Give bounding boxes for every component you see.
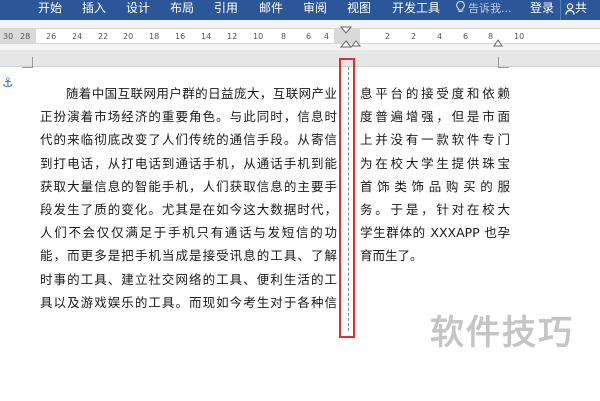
ruler-tick: 2 (385, 32, 391, 41)
share-button[interactable]: 共 (560, 0, 600, 20)
tell-me-box[interactable]: 告诉我... (456, 0, 512, 20)
ruler-tick: 4 (437, 32, 443, 41)
tab-layout[interactable]: 布局 (170, 0, 194, 20)
right-text-column[interactable]: 息平台的接受度和依赖 度普遍增强，但是市面 上并没有一款软件专门 为在校大学生提… (360, 82, 510, 268)
anchor-icon: ⚓ (2, 76, 14, 91)
ribbon-tab-bar: 开始 插入 设计 布局 引用 邮件 审阅 视图 开发工具 告诉我... 登录 共 (0, 0, 600, 20)
ruler-tick: 16 (175, 32, 186, 41)
tab-insert[interactable]: 插入 (82, 0, 106, 20)
text-line: 正扮演着市场经济的重要角色。与此同时，信息时 (40, 109, 337, 125)
tab-mailings[interactable]: 邮件 (259, 0, 283, 20)
ruler-tick: 12 (227, 32, 238, 41)
text-line: 息平台的接受度和依赖 (360, 86, 510, 101)
ruler-tick: 14 (201, 32, 212, 41)
text-line: 时事的工具、建立社交网络的工具、便利生活的工 (40, 271, 337, 287)
ruler-tick: 10 (253, 32, 264, 41)
ruler-tick: 20 (123, 32, 134, 41)
text-line: 具以及游戏娱乐的工具。而现如今考生对于各种信 (40, 294, 337, 310)
text-line: 度普遍增强，但是市面 (360, 109, 510, 125)
share-label: 共 (575, 1, 588, 15)
column-indent-marker[interactable] (351, 37, 361, 47)
text-line: 代的来临彻底改变了人们传统的通信手段。从寄信 (40, 132, 337, 148)
ruler-tick: 10 (514, 32, 525, 41)
text-line: 育而生了。 (360, 248, 423, 264)
margin-corner-top-left (22, 57, 33, 68)
ruler-tick: 6 (306, 32, 312, 41)
ruler-tick: 2 (411, 32, 417, 41)
lightbulb-icon (456, 0, 465, 17)
login-button[interactable]: 登录 (530, 0, 554, 16)
tab-developer[interactable]: 开发工具 (392, 0, 440, 20)
left-text-column[interactable]: 随着中国互联网用户群的日益庞大，互联网产业 正扮演着市场经济的重要角色。与此同时… (40, 82, 337, 314)
ruler-tick: 28 (20, 32, 31, 41)
text-line: 随着中国互联网用户群的日益庞大，互联网产业 (40, 86, 337, 101)
ruler-tick: 18 (149, 32, 160, 41)
tab-home[interactable]: 开始 (38, 0, 62, 20)
text-line: 学生群体的 XXXAPP 也孕 (360, 225, 510, 241)
ruler-tick: 24 (72, 32, 83, 41)
text-line: 首饰类饰品购买的服 (360, 178, 510, 194)
ruler-tick: 22 (98, 32, 109, 41)
ruler-tick: 26 (46, 32, 57, 41)
highlight-box (339, 58, 355, 338)
text-line: 人们不会仅仅满足于手机只有通话与发短信的功 (40, 225, 337, 241)
horizontal-ruler: 30 28 26 24 22 20 18 16 14 12 10 8 6 4 2… (0, 24, 600, 50)
tell-me-placeholder: 告诉我... (468, 2, 512, 15)
watermark: 软件技巧 (430, 313, 574, 353)
ruler-bar: 30 28 26 24 22 20 18 16 14 12 10 8 6 4 2… (0, 28, 600, 44)
ruler-tick: 6 (463, 32, 469, 41)
ruler-tick: 4 (324, 32, 330, 41)
text-line: 到打电话，从打电话到通话手机，从通话手机到能 (40, 155, 337, 171)
right-indent-marker[interactable] (493, 38, 503, 47)
text-line: 能，而更多是把手机当成是接受讯息的工具、了解 (40, 248, 337, 264)
margin-corner-top-right (498, 57, 509, 68)
person-icon (565, 2, 575, 15)
tab-references[interactable]: 引用 (214, 0, 238, 20)
tab-design[interactable]: 设计 (126, 0, 150, 20)
ruler-tick: 30 (3, 32, 14, 41)
text-line: 段发生了质的变化。尤其是在如今这大数据时代， (40, 201, 337, 217)
text-line: 获取大量信息的智能手机，人们获取信息的主要手 (40, 178, 337, 194)
tab-review[interactable]: 审阅 (303, 0, 327, 20)
ruler-tick: 8 (281, 32, 287, 41)
text-line: 为在校大学生提供珠宝 (360, 155, 510, 171)
text-line: 上并没有一款软件专门 (360, 132, 510, 148)
tab-view[interactable]: 视图 (347, 0, 371, 20)
text-line: 务。于是，针对在校大 (360, 201, 510, 217)
